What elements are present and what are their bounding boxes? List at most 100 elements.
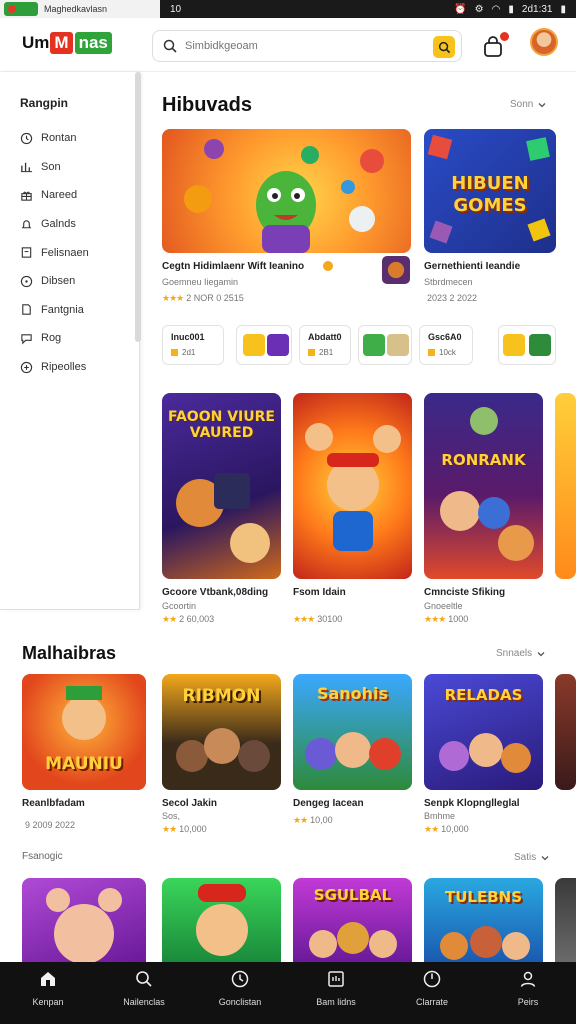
- chip-game-icon: [243, 334, 265, 356]
- search-submit-button[interactable]: [433, 36, 455, 58]
- category-chip[interactable]: [358, 325, 412, 365]
- featured-card-rating: 2023 2 2022: [427, 293, 478, 303]
- search-icon: [136, 971, 152, 987]
- sidebar-item-7[interactable]: Fantgnia: [20, 296, 89, 325]
- category-chip[interactable]: Inuc001 2d1: [162, 325, 224, 365]
- settings-icon: ⚙: [474, 3, 484, 15]
- category-chip[interactable]: [236, 325, 292, 365]
- wifi-icon: ◠: [491, 3, 501, 15]
- nav-search[interactable]: Nailenclas: [96, 962, 192, 1024]
- game-card[interactable]: [162, 878, 281, 962]
- game-card-rating: 9 2009 2022: [25, 820, 76, 830]
- game-card-title: Senpk Klopnglleglal: [424, 798, 520, 809]
- nav-library[interactable]: Bam lidns: [288, 962, 384, 1024]
- game-card[interactable]: [293, 393, 412, 579]
- character-art-icon: [440, 407, 534, 561]
- gift-icon: [21, 191, 32, 201]
- game-card-title: Fsom Idain: [293, 587, 346, 598]
- game-card-sub: Bmhme: [424, 811, 456, 821]
- game-card-rating: ★★ 10,00: [293, 815, 333, 825]
- game-card-rating: ★★★ 30100: [293, 614, 343, 624]
- see-all-featured-link[interactable]: Sonn: [510, 99, 547, 110]
- chart-icon: [20, 163, 33, 173]
- bookmark-icon: [21, 247, 32, 258]
- sidebar-item-4[interactable]: Galnds: [20, 210, 89, 239]
- category-chip[interactable]: Gsc6A0 10ck: [419, 325, 473, 365]
- game-card-title: Cmnciste Sfiking: [424, 587, 506, 598]
- battery-icon: ▮: [560, 3, 566, 15]
- category-chip[interactable]: [498, 325, 556, 365]
- status-bar: Maghedkavlasn 10 ⏰ ⚙ ◠ ▮ 2d1:31 ▮: [0, 0, 576, 18]
- cart-button[interactable]: [482, 32, 509, 60]
- plus-circle-icon: [20, 361, 33, 373]
- sidebar-title: Rangpin: [20, 96, 68, 110]
- library-icon: [328, 971, 344, 987]
- sidebar-item-6[interactable]: Dibsen: [20, 267, 89, 296]
- game-card[interactable]: RIBMON: [162, 674, 281, 790]
- game-card-sub: Sos,: [162, 811, 181, 821]
- game-card[interactable]: [22, 878, 146, 962]
- compass-icon: [20, 275, 33, 287]
- nav-profile[interactable]: Peirs: [480, 962, 576, 1024]
- search-input[interactable]: [185, 40, 425, 52]
- game-card[interactable]: MAUNIU: [22, 674, 146, 790]
- featured-card-sub: Goemneu Iiegamin: [162, 277, 239, 287]
- game-card-partial[interactable]: [555, 674, 576, 790]
- chip-game-icon: [363, 334, 385, 356]
- game-card[interactable]: SGULBAL: [293, 878, 412, 962]
- chat-icon: [21, 334, 32, 345]
- nav-history[interactable]: Gonclistan: [192, 962, 288, 1024]
- section-title-popular: Malhaibras: [22, 643, 117, 663]
- game-card-title: Dengeg Iacean: [293, 798, 364, 809]
- character-art-icon: [439, 733, 531, 773]
- game-card-rating: ★★ 10,000: [424, 824, 469, 834]
- sidebar-item-1[interactable]: Rontan: [20, 124, 89, 153]
- sidebar-item-2[interactable]: Son: [20, 153, 89, 182]
- logo[interactable]: Um M nas: [22, 32, 112, 54]
- alarm-icon: ⏰: [454, 3, 467, 15]
- sidebar-list: Rontan Son Nareed Galnds Felisnaen Dibse…: [20, 124, 89, 381]
- system-tray: 10 ⏰ ⚙ ◠ ▮ 2d1:31 ▮: [160, 0, 576, 18]
- see-all-popular-link[interactable]: Snnaels: [496, 648, 546, 659]
- game-card[interactable]: RELADAS: [424, 674, 543, 790]
- nav-explore[interactable]: Clarrate: [384, 962, 480, 1024]
- game-card[interactable]: TULEBNS: [424, 878, 543, 962]
- app-screen: Maghedkavlasn 10 ⏰ ⚙ ◠ ▮ 2d1:31 ▮ Um M n…: [0, 0, 576, 1024]
- sidebar-item-5[interactable]: Felisnaen: [20, 238, 89, 267]
- home-icon: [41, 972, 55, 986]
- game-card-title: Reanlbfadam: [22, 798, 85, 809]
- section-title-more: Fsanogic: [22, 851, 63, 862]
- notification-dot: [500, 32, 509, 41]
- sidebar: Rangpin Rontan Son Nareed Galnds Felisna…: [0, 72, 141, 610]
- category-chip[interactable]: Abdatt0 2B1: [299, 325, 351, 365]
- game-card[interactable]: RONRANK: [424, 393, 543, 579]
- status-time-right: 2d1:31: [521, 3, 553, 15]
- signal-icon: ▮: [508, 3, 514, 15]
- tag-icon: [22, 304, 31, 316]
- featured-card-sub: Stbrdmecen: [424, 277, 473, 287]
- game-card-partial[interactable]: [555, 878, 576, 962]
- avatar[interactable]: [530, 28, 558, 56]
- character-art-icon: [176, 473, 270, 563]
- featured-card[interactable]: HIBUEN GOMES: [424, 129, 556, 253]
- see-all-more-link[interactable]: Satis: [514, 852, 550, 863]
- featured-card[interactable]: [162, 129, 411, 253]
- sidebar-item-9[interactable]: Ripeolles: [20, 353, 89, 382]
- character-art-icon: [184, 139, 384, 253]
- bottom-nav: Kenpan Nailenclas Gonclistan Bam lidns C…: [0, 962, 576, 1024]
- sidebar-scrollbar[interactable]: [135, 72, 141, 342]
- game-card[interactable]: FAOON VIURE VAURED: [162, 393, 281, 579]
- sidebar-item-3[interactable]: Nareed: [20, 181, 89, 210]
- nav-home[interactable]: Kenpan: [0, 962, 96, 1024]
- character-art-icon: [196, 884, 248, 956]
- game-card-rating: ★★★ 1000: [424, 614, 469, 624]
- status-time-left: 10: [170, 3, 182, 15]
- sidebar-item-8[interactable]: Rog: [20, 324, 89, 353]
- game-card-partial[interactable]: [555, 393, 576, 579]
- browser-tab[interactable]: Maghedkavlasn: [0, 0, 160, 18]
- game-card[interactable]: Sanohis: [293, 674, 412, 790]
- chip-game-icon: [387, 334, 409, 356]
- badge-icon: [323, 261, 333, 271]
- search-bar[interactable]: [152, 30, 462, 62]
- tab-url: Maghedkavlasn: [44, 4, 108, 14]
